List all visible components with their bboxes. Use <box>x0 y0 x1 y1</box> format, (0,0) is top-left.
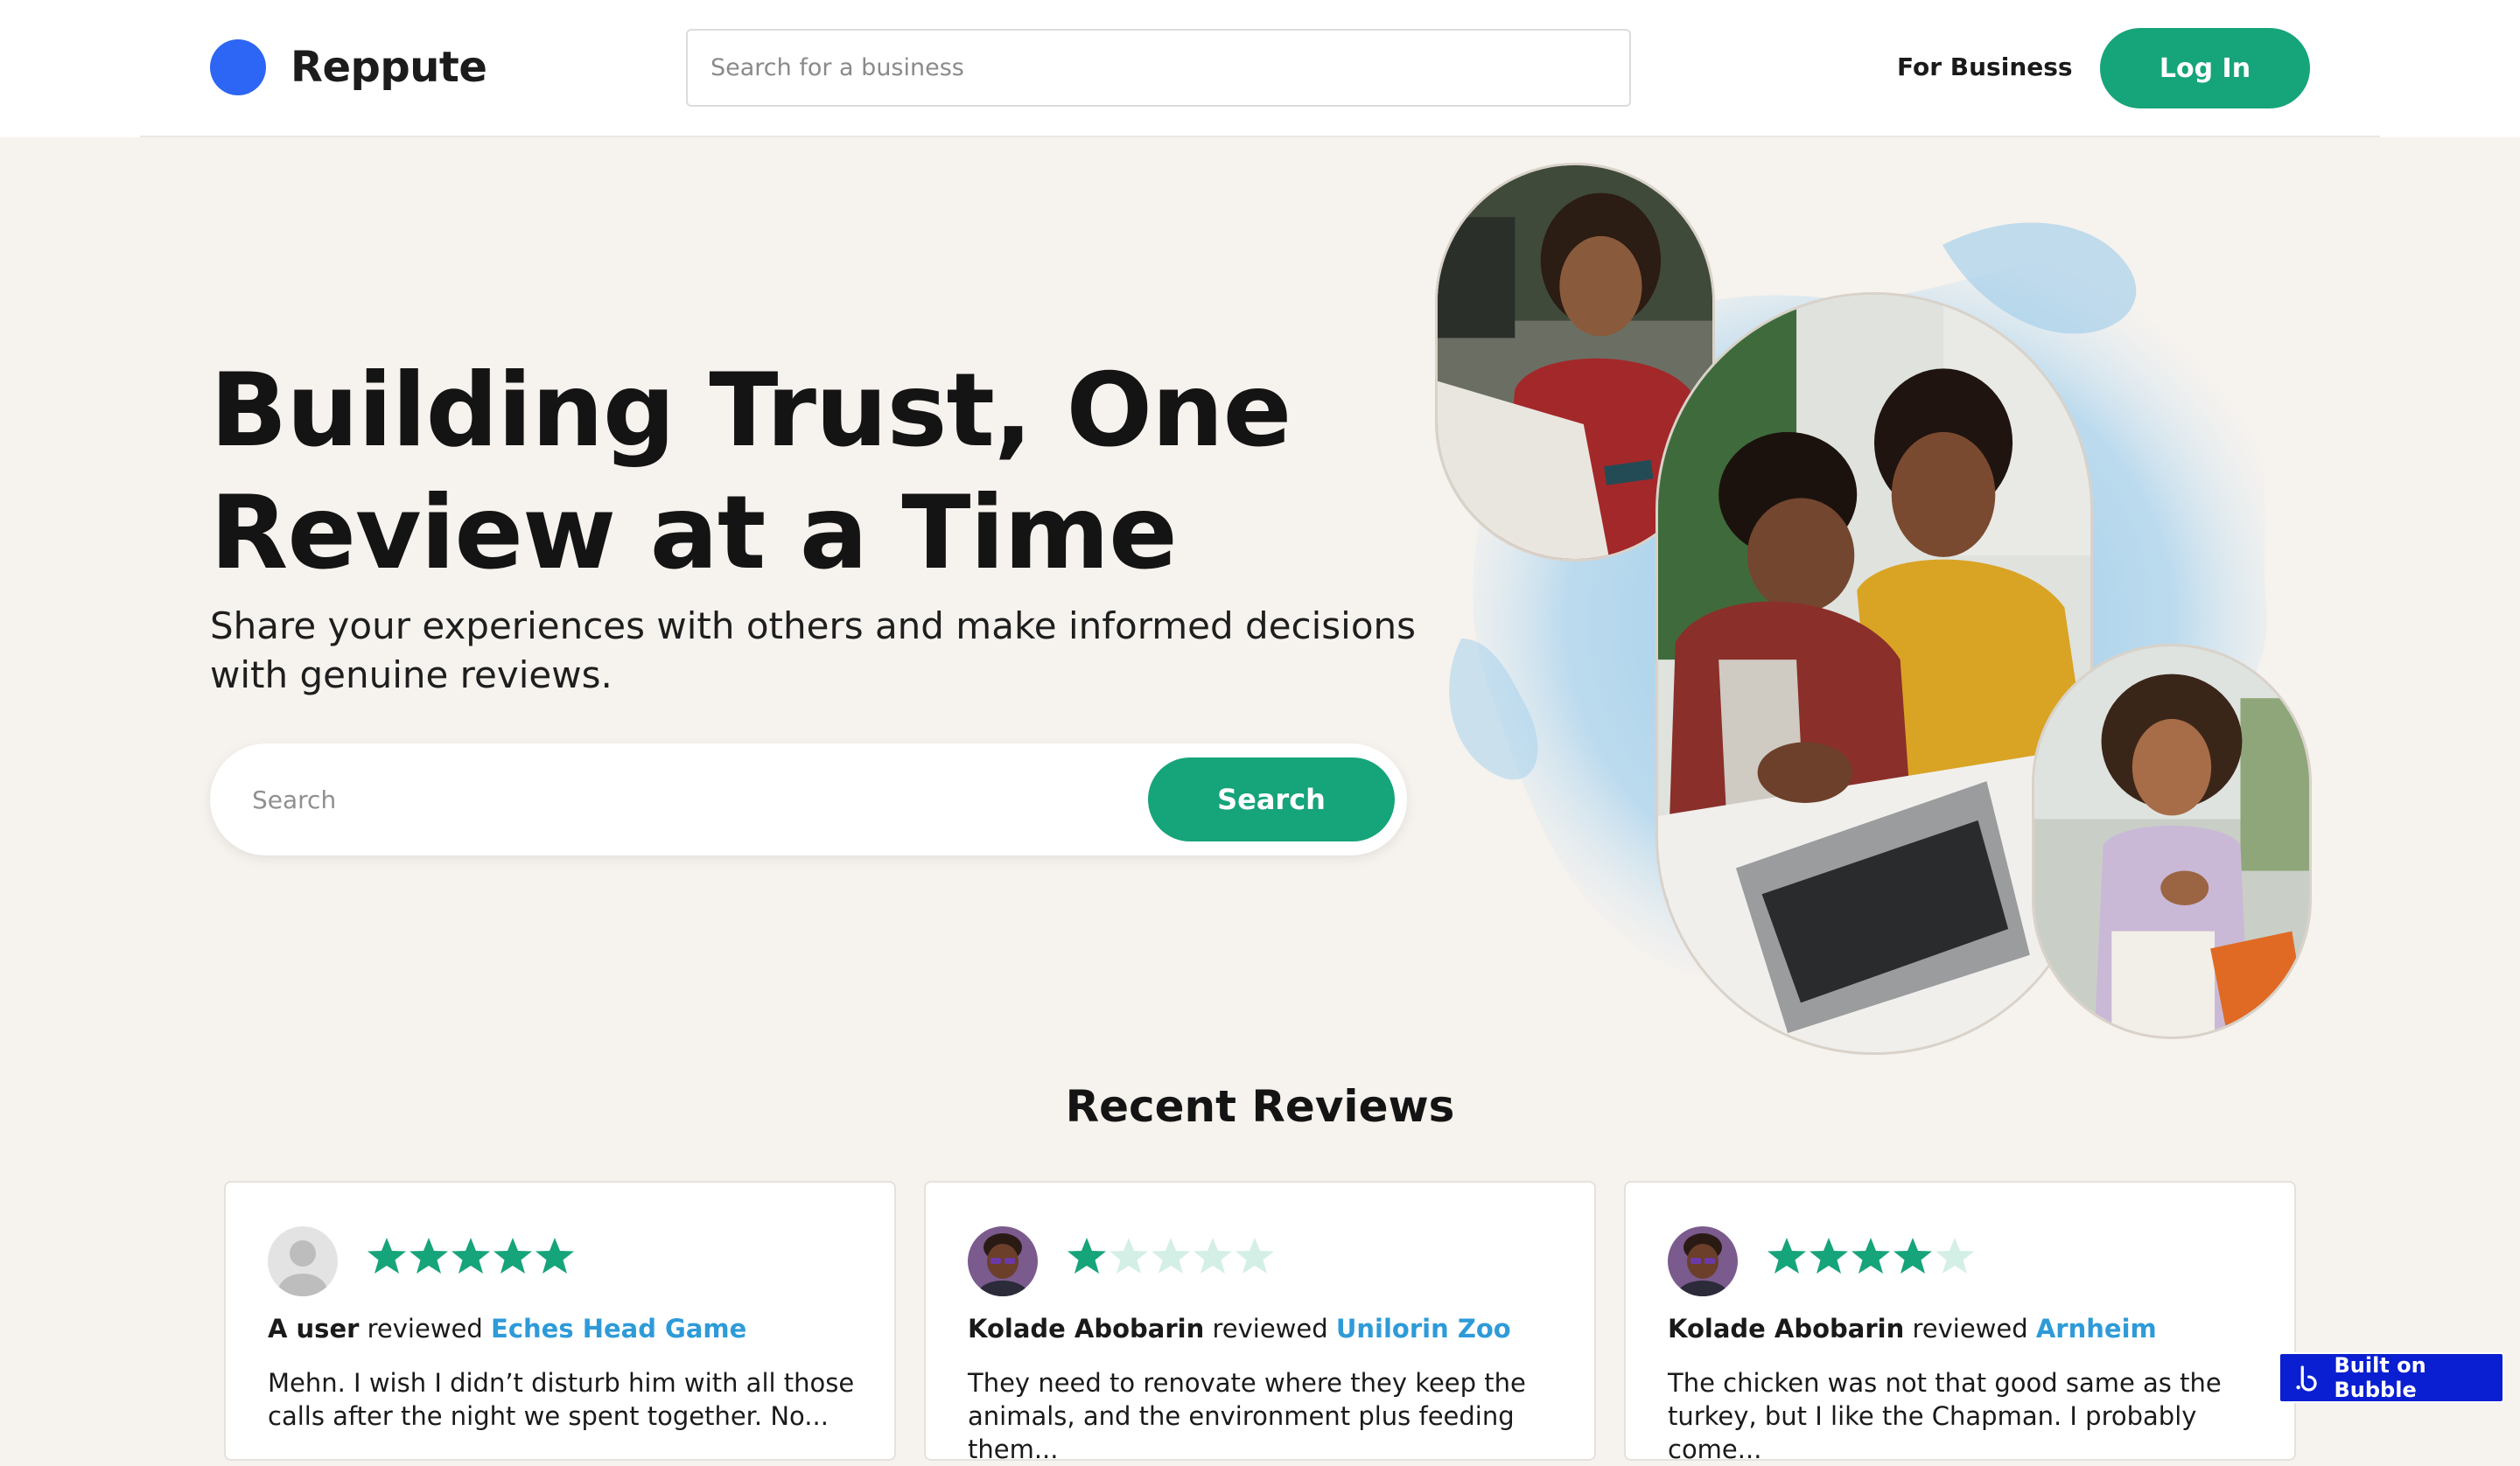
star-empty-icon <box>1110 1238 1148 1274</box>
star-filled-icon <box>1810 1238 1848 1274</box>
business-search-box[interactable] <box>686 29 1631 107</box>
review-header: Kolade Abobarin reviewed Arnheim <box>1668 1314 2263 1344</box>
hero-illustration <box>1400 149 2362 1058</box>
star-empty-icon <box>1194 1238 1232 1274</box>
hero-search-bar: Search <box>210 743 1407 855</box>
review-card[interactable]: Kolade Abobarin reviewed Arnheim The chi… <box>1624 1181 2296 1464</box>
reviewer-name: Kolade Abobarin <box>968 1314 1205 1344</box>
review-header: A user reviewed Eches Head Game <box>268 1314 863 1344</box>
review-text: The chicken was not that good same as th… <box>1668 1368 2222 1464</box>
business-link[interactable]: Arnheim <box>2036 1314 2157 1344</box>
review-text: Mehn. I wish I didn’t disturb him with a… <box>268 1368 855 1431</box>
review-card[interactable]: Kolade Abobarin reviewed Unilorin Zoo Th… <box>924 1181 1596 1464</box>
built-on-bubble-badge[interactable]: Built on Bubble <box>2278 1352 2504 1403</box>
photo-couple-at-laptop <box>1656 292 2093 1055</box>
star-filled-icon <box>1852 1238 1890 1274</box>
star-filled-icon <box>410 1238 448 1274</box>
logo-circle-icon <box>210 39 266 95</box>
review-header: Kolade Abobarin reviewed Unilorin Zoo <box>968 1314 1563 1344</box>
reviewer-name: A user <box>268 1314 360 1344</box>
star-filled-icon <box>494 1238 532 1274</box>
login-button[interactable]: Log In <box>2100 28 2310 108</box>
hero-search-button[interactable]: Search <box>1148 757 1395 841</box>
star-empty-icon <box>1236 1238 1274 1274</box>
star-filled-icon <box>536 1238 574 1274</box>
brand-name: Reppute <box>290 43 487 92</box>
review-text: They need to renovate where they keep th… <box>968 1368 1526 1464</box>
recent-reviews-heading: Recent Reviews <box>1065 1081 1455 1132</box>
brand-logo[interactable]: Reppute <box>210 39 487 95</box>
bubble-logo-icon <box>2296 1365 2317 1392</box>
badge-label: Built on Bubble <box>2334 1353 2426 1402</box>
business-link[interactable]: Unilorin Zoo <box>1336 1314 1511 1344</box>
header-divider <box>140 136 2380 137</box>
for-business-link[interactable]: For Business <box>1897 52 2073 81</box>
business-search-input[interactable] <box>710 31 1629 105</box>
star-filled-icon <box>1068 1238 1106 1274</box>
reviewed-label: reviewed <box>1204 1314 1336 1344</box>
user-photo-avatar-icon <box>968 1226 1038 1296</box>
top-navbar: Reppute For Business Log In <box>0 0 2520 137</box>
star-rating <box>1066 1235 1276 1277</box>
star-filled-icon <box>1768 1238 1806 1274</box>
reviewed-label: reviewed <box>359 1314 492 1344</box>
star-empty-icon <box>1152 1238 1190 1274</box>
star-empty-icon <box>1936 1238 1974 1274</box>
review-card[interactable]: A user reviewed Eches Head Game Mehn. I … <box>224 1181 896 1461</box>
photo-woman-with-shopping-bags <box>2032 644 2312 1039</box>
star-filled-icon <box>368 1238 406 1274</box>
star-rating <box>1766 1235 1976 1277</box>
hero-subtitle: Share your experiences with others and m… <box>210 604 1417 696</box>
star-rating <box>366 1235 576 1277</box>
user-photo-avatar-icon <box>1668 1226 1738 1296</box>
star-filled-icon <box>1894 1238 1932 1274</box>
default-user-avatar-icon <box>268 1226 338 1296</box>
hero-search-input[interactable] <box>252 743 1302 855</box>
hero-title: Building Trust, One Review at a Time <box>210 352 1292 592</box>
reviewer-name: Kolade Abobarin <box>1668 1314 1905 1344</box>
star-filled-icon <box>452 1238 490 1274</box>
reviewed-label: reviewed <box>1904 1314 2036 1344</box>
business-link[interactable]: Eches Head Game <box>491 1314 746 1344</box>
